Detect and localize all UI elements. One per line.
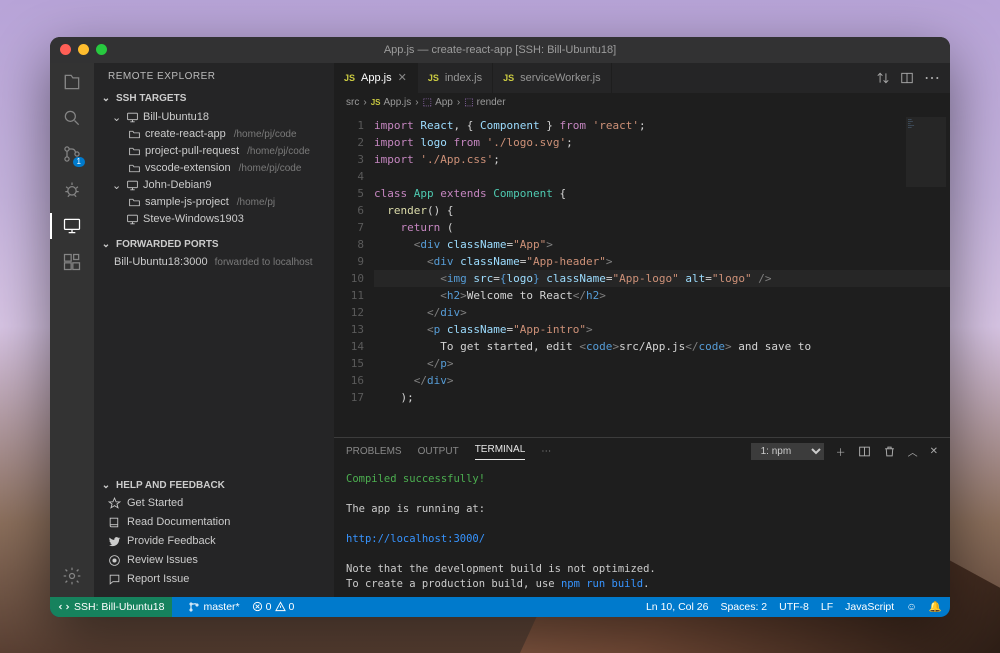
- extensions-icon[interactable]: [61, 251, 83, 273]
- help-feedback-header[interactable]: ⌄ HELP AND FEEDBACK: [94, 477, 334, 494]
- ssh-host-item[interactable]: ⌄Bill-Ubuntu18: [94, 109, 334, 126]
- status-bar: SSH: Bill-Ubuntu18 master* 0 0 Ln 10, Co…: [50, 597, 950, 617]
- panel-tab-output[interactable]: OUTPUT: [418, 446, 459, 457]
- code-content[interactable]: import React, { Component } from 'react'…: [374, 113, 950, 437]
- ssh-folder-item[interactable]: create-react-app/home/pj/code: [94, 126, 334, 143]
- close-tab-icon[interactable]: ✕: [398, 71, 407, 84]
- window-title: App.js — create-react-app [SSH: Bill-Ubu…: [384, 44, 616, 56]
- close-panel-icon[interactable]: ✕: [930, 446, 938, 457]
- remote-explorer-icon[interactable]: [61, 215, 83, 237]
- ssh-folder-item[interactable]: project-pull-request/home/pj/code: [94, 143, 334, 160]
- ssh-host-item[interactable]: ⌄John-Debian9: [94, 177, 334, 194]
- debug-icon[interactable]: [61, 179, 83, 201]
- chevron-down-icon: ⌄: [112, 179, 122, 192]
- chevron-down-icon: ⌄: [100, 93, 112, 104]
- js-file-icon: JS: [503, 73, 514, 83]
- indentation-status[interactable]: Spaces: 2: [720, 601, 767, 613]
- ssh-host-item[interactable]: Steve-Windows1903: [94, 211, 334, 228]
- twitter-icon: [108, 535, 121, 548]
- terminal-selector[interactable]: 1: npm: [751, 443, 824, 460]
- folder-icon: [128, 196, 141, 209]
- split-editor-icon[interactable]: [900, 71, 914, 85]
- help-item-issues[interactable]: Review Issues: [94, 551, 334, 570]
- source-control-icon[interactable]: 1: [61, 143, 83, 165]
- ssh-folder-item[interactable]: sample-js-project/home/pj: [94, 194, 334, 211]
- explorer-icon[interactable]: [61, 71, 83, 93]
- vscode-window: App.js — create-react-app [SSH: Bill-Ubu…: [50, 37, 950, 617]
- help-item-star[interactable]: Get Started: [94, 494, 334, 513]
- remote-indicator[interactable]: SSH: Bill-Ubuntu18: [50, 597, 172, 617]
- issues-icon: [108, 554, 121, 567]
- editor-tab[interactable]: JSApp.js✕: [334, 63, 418, 93]
- help-item-book[interactable]: Read Documentation: [94, 513, 334, 532]
- feedback-smiley-icon[interactable]: ☺: [906, 601, 917, 613]
- notifications-bell-icon[interactable]: 🔔: [929, 600, 942, 613]
- chevron-down-icon: ⌄: [100, 480, 112, 491]
- panel-more-icon[interactable]: ⋯: [541, 446, 551, 457]
- code-editor[interactable]: 1234567891011121314151617 import React, …: [334, 113, 950, 437]
- cursor-position-status[interactable]: Ln 10, Col 26: [646, 601, 708, 613]
- help-item-twitter[interactable]: Provide Feedback: [94, 532, 334, 551]
- ssh-folder-item[interactable]: vscode-extension/home/pj/code: [94, 160, 334, 177]
- close-window-button[interactable]: [60, 44, 71, 55]
- ssh-targets-header[interactable]: ⌄ SSH TARGETS: [94, 90, 334, 107]
- bottom-panel: PROBLEMS OUTPUT TERMINAL ⋯ 1: npm ＋ ︿ ✕: [334, 437, 950, 597]
- vm-icon: [126, 213, 139, 226]
- panel-tab-terminal[interactable]: TERMINAL: [475, 444, 526, 460]
- editor-group: JSApp.js✕JSindex.jsJSserviceWorker.js ⋯ …: [334, 63, 950, 597]
- editor-tab[interactable]: JSserviceWorker.js: [493, 63, 612, 93]
- editor-tabs: JSApp.js✕JSindex.jsJSserviceWorker.js ⋯: [334, 63, 950, 93]
- vm-icon: [126, 111, 139, 124]
- star-icon: [108, 497, 121, 510]
- sidebar-title: REMOTE EXPLORER: [94, 63, 334, 90]
- encoding-status[interactable]: UTF-8: [779, 601, 809, 613]
- titlebar: App.js — create-react-app [SSH: Bill-Ubu…: [50, 37, 950, 63]
- breadcrumb-segment[interactable]: ⬚ App: [423, 97, 453, 108]
- more-actions-icon[interactable]: ⋯: [924, 68, 940, 88]
- js-file-icon: JS: [428, 73, 439, 83]
- sidebar: REMOTE EXPLORER ⌄ SSH TARGETS ⌄Bill-Ubun…: [94, 63, 334, 597]
- split-terminal-icon[interactable]: [858, 445, 871, 458]
- git-branch-status[interactable]: master*: [188, 601, 239, 613]
- chevron-down-icon: ⌄: [100, 239, 112, 250]
- js-file-icon: JS: [344, 73, 355, 83]
- language-mode-status[interactable]: JavaScript: [845, 601, 894, 613]
- book-icon: [108, 516, 121, 529]
- vm-icon: [126, 179, 139, 192]
- folder-icon: [128, 162, 141, 175]
- folder-icon: [128, 128, 141, 141]
- line-gutter: 1234567891011121314151617: [334, 113, 374, 437]
- maximize-panel-icon[interactable]: ︿: [908, 444, 918, 459]
- new-terminal-icon[interactable]: ＋: [836, 444, 846, 459]
- eol-status[interactable]: LF: [821, 601, 833, 613]
- search-icon[interactable]: [61, 107, 83, 129]
- kill-terminal-icon[interactable]: [883, 445, 896, 458]
- breadcrumb-segment[interactable]: JS App.js: [371, 97, 412, 108]
- comment-icon: [108, 573, 121, 586]
- settings-gear-icon[interactable]: [61, 565, 83, 587]
- ssh-targets-tree: ⌄Bill-Ubuntu18create-react-app/home/pj/c…: [94, 107, 334, 236]
- minimize-window-button[interactable]: [78, 44, 89, 55]
- activity-bar: 1: [50, 63, 94, 597]
- panel-tab-problems[interactable]: PROBLEMS: [346, 446, 402, 457]
- breadcrumbs[interactable]: src›JS App.js›⬚ App›⬚ render: [334, 93, 950, 113]
- scm-badge: 1: [73, 157, 85, 167]
- minimap[interactable]: ▬▬▬▬▬▬▬▬▬▬▬▬▬▬▬▬▬: [906, 117, 946, 187]
- maximize-window-button[interactable]: [96, 44, 107, 55]
- help-list: Get StartedRead DocumentationProvide Fee…: [94, 494, 334, 597]
- terminal-output[interactable]: Compiled successfully! The app is runnin…: [334, 466, 950, 597]
- forwarded-port-item[interactable]: Bill-Ubuntu18:3000 forwarded to localhos…: [94, 253, 334, 271]
- help-item-comment[interactable]: Report Issue: [94, 570, 334, 589]
- panel-tabs: PROBLEMS OUTPUT TERMINAL ⋯ 1: npm ＋ ︿ ✕: [334, 438, 950, 466]
- editor-tab[interactable]: JSindex.js: [418, 63, 493, 93]
- breadcrumb-segment[interactable]: src: [346, 97, 359, 108]
- breadcrumb-segment[interactable]: ⬚ render: [464, 97, 505, 108]
- chevron-down-icon: ⌄: [112, 111, 122, 124]
- folder-icon: [128, 145, 141, 158]
- compare-changes-icon[interactable]: [876, 71, 890, 85]
- problems-status[interactable]: 0 0: [252, 601, 295, 613]
- forwarded-ports-header[interactable]: ⌄ FORWARDED PORTS: [94, 236, 334, 253]
